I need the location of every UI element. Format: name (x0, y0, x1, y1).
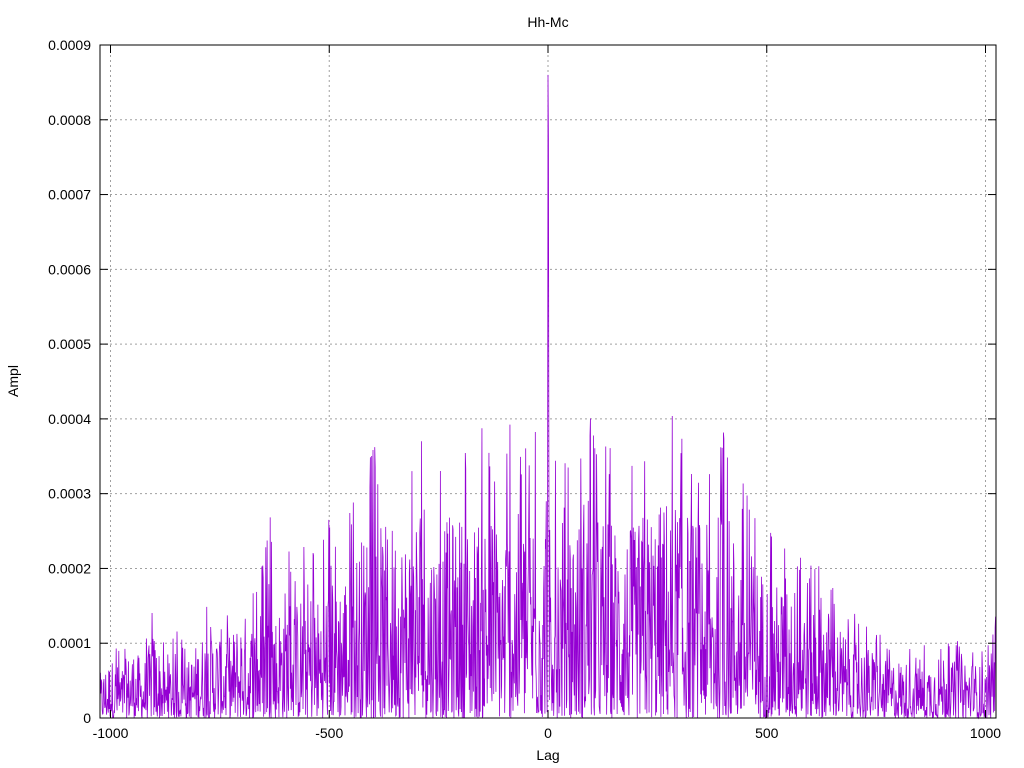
y-axis-label: Ampl (5, 365, 21, 397)
y-tick-label: 0.0007 (48, 187, 91, 203)
y-tick-label: 0.0006 (48, 261, 91, 277)
y-tick-label: 0.0004 (48, 411, 91, 427)
x-axis-label: Lag (536, 747, 559, 763)
y-tick-label: 0.0001 (48, 635, 91, 651)
chart-container: 0 0.0001 0.0002 0.0003 0.0004 0.0005 0.0006 0.0… (0, 0, 1024, 768)
y-tick-label: 0.0005 (48, 336, 91, 352)
y-tick-label: 0.0003 (48, 486, 91, 502)
x-tick-label: 500 (755, 725, 779, 741)
x-tick-label: 1000 (970, 725, 1001, 741)
x-tick-label: -500 (315, 725, 343, 741)
y-tick-label: 0.0002 (48, 560, 91, 576)
y-tick-label: 0 (83, 710, 91, 726)
y-tick-label: 0.0009 (48, 37, 91, 53)
y-tick-label: 0.0008 (48, 112, 91, 128)
x-tick-label: 0 (544, 725, 552, 741)
line-chart: 0 0.0001 0.0002 0.0003 0.0004 0.0005 0.0006 0.0… (5, 14, 1001, 763)
x-tick-label: -1000 (93, 725, 129, 741)
chart-title: Hh-Mc (527, 14, 568, 30)
